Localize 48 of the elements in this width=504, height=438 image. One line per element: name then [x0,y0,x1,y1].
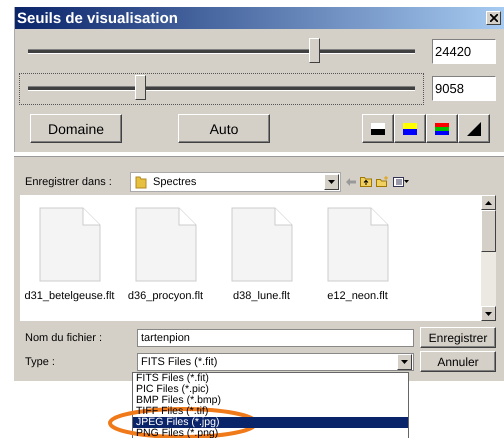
type-option[interactable]: JPEG Files (*.jpg) [133,417,408,428]
filename-field[interactable]: tartenpion [137,328,414,346]
file-name[interactable]: d36_procyon.flt [128,290,204,302]
type-label: Type : [24,356,56,368]
file-name[interactable]: e12_neon.flt [327,290,388,302]
window-title: Seuils de visualisation [17,10,178,26]
scroll-up-button[interactable] [481,195,496,210]
type-dropdown[interactable]: FITS Files (*.fit) [137,352,414,370]
location-label: Enregistrer dans : [24,176,113,188]
palette-button[interactable] [458,114,490,143]
auto-button[interactable]: Auto [178,114,270,143]
palette-button[interactable] [394,114,426,143]
three-stripe-icon [435,122,449,134]
threshold-field[interactable]: 9058 [432,76,496,101]
caret-down-icon [485,312,492,316]
caret-down-icon [401,360,408,364]
palette-button[interactable] [426,114,458,143]
type-option[interactable]: FITS Files (*.fit) [133,373,408,384]
cancel-button[interactable]: Annuler [420,351,496,372]
file-name[interactable]: d38_lune.flt [233,290,290,302]
new-folder-icon[interactable] [376,176,389,187]
scroll-down-button[interactable] [481,306,496,321]
file-name[interactable]: d31_betelgeuse.flt [24,290,114,302]
location-dropdown[interactable]: Spectres [130,172,341,192]
split-square-icon [371,122,385,134]
caret-down-icon [328,180,335,184]
scroll-thumb[interactable] [481,210,496,252]
slider-thumb[interactable] [135,75,146,100]
folder-up-icon[interactable] [360,176,372,187]
type-option[interactable]: PIC Files (*.pic) [133,384,408,395]
slider[interactable] [19,72,424,104]
view-menu-icon[interactable] [393,176,409,186]
dropdown-arrow-button[interactable] [324,174,339,190]
close-button[interactable] [486,11,501,25]
scrollbar[interactable] [481,195,496,321]
palette-button[interactable] [362,114,394,143]
folder-icon [135,174,147,188]
range-button[interactable]: Domaine [30,114,122,143]
triangle-icon [467,122,481,136]
slider-thumb[interactable] [309,38,320,63]
close-icon [490,14,498,22]
type-option[interactable]: BMP Files (*.bmp) [133,395,408,406]
threshold-field[interactable]: 24420 [432,39,496,64]
dropdown-arrow-button[interactable] [397,354,412,370]
save-button[interactable]: Enregistrer [420,327,496,348]
filename-label: Nom du fichier : [24,332,104,344]
caret-up-icon [485,200,492,204]
two-stripe-icon [403,122,417,134]
